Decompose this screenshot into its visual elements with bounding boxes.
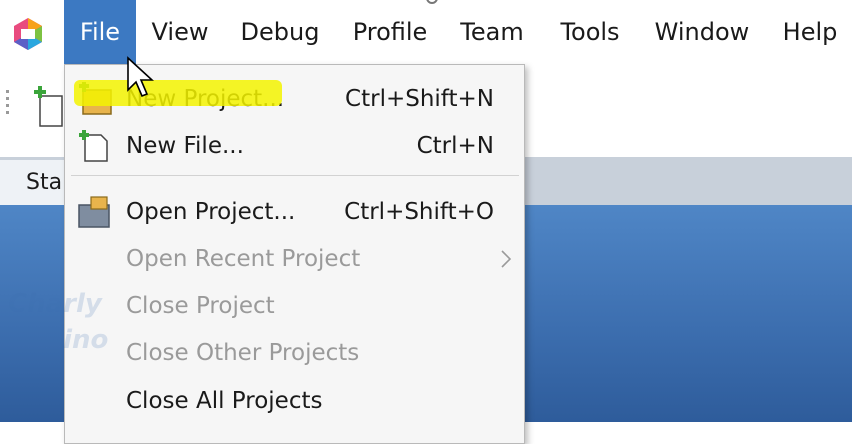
- annotation-highlight: [74, 80, 282, 106]
- menu-profile[interactable]: Profile: [340, 0, 440, 64]
- menu-item-label: Open Recent Project: [126, 246, 361, 272]
- menu-debug[interactable]: Debug: [232, 0, 328, 64]
- mouse-cursor-icon: [127, 56, 154, 98]
- svg-text:Charly: Charly: [8, 289, 103, 319]
- menu-item-label: New File...: [126, 133, 244, 159]
- menu-item-label: Close Project: [126, 293, 275, 319]
- menu-tools[interactable]: Tools: [548, 0, 632, 64]
- menu-item-close-all-projects[interactable]: Close All Projects: [65, 378, 524, 424]
- toolbar-grip-icon[interactable]: [6, 90, 10, 124]
- menu-separator: [71, 175, 519, 176]
- file-menu-dropdown: New Project... Ctrl+Shift+N New File... …: [64, 64, 525, 444]
- menu-view[interactable]: View: [142, 0, 218, 64]
- menu-help[interactable]: Help: [776, 0, 844, 64]
- menu-window[interactable]: Window: [642, 0, 762, 64]
- menu-file[interactable]: File: [64, 0, 136, 64]
- menu-item-shortcut: Ctrl+N: [416, 133, 494, 159]
- menu-item-new-file[interactable]: New File... Ctrl+N: [65, 123, 524, 169]
- svg-text:Cimino: Cimino: [8, 325, 108, 355]
- open-project-icon: [78, 196, 110, 228]
- tab-start-page[interactable]: Sta: [0, 160, 70, 205]
- menu-item-label: Open Project...: [126, 199, 296, 225]
- menu-item-label: Close All Projects: [126, 388, 323, 414]
- menu-item-shortcut: Ctrl+Shift+O: [344, 199, 494, 225]
- chevron-right-icon: [501, 250, 512, 268]
- netbeans-logo-icon[interactable]: [10, 16, 46, 52]
- menu-bar: File View Debug Profile Team Tools Windo…: [0, 0, 852, 64]
- menu-item-label: Close Other Projects: [126, 340, 360, 366]
- menu-item-shortcut: Ctrl+Shift+N: [345, 86, 494, 112]
- menu-item-open-project[interactable]: Open Project... Ctrl+Shift+O: [65, 189, 524, 235]
- toolbar-new-file-icon[interactable]: [30, 86, 66, 130]
- new-file-icon: [79, 130, 108, 162]
- menu-team[interactable]: Team: [452, 0, 532, 64]
- menu-item-open-recent-project[interactable]: Open Recent Project: [65, 236, 524, 282]
- watermark-logo: Charly Cimino: [8, 289, 108, 355]
